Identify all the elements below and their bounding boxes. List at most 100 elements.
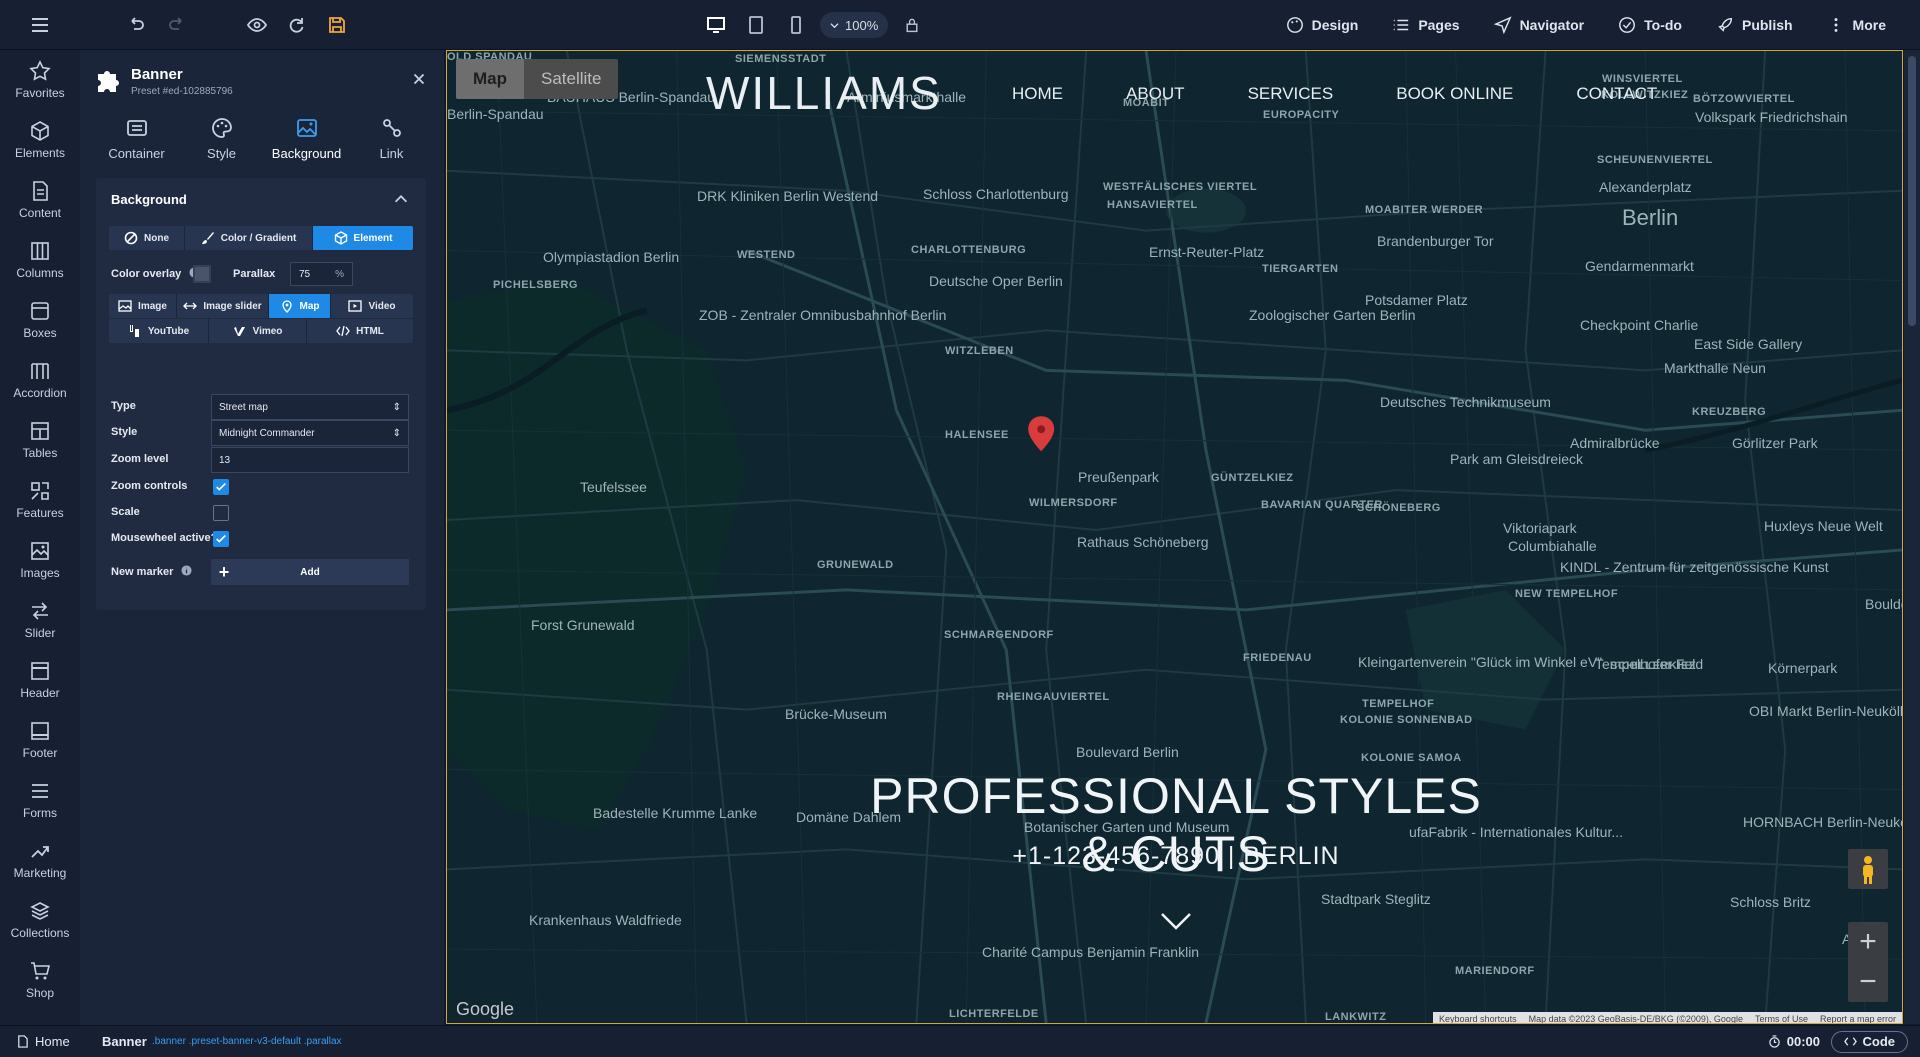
rail-item-footer[interactable]: Footer <box>0 710 80 770</box>
mousewheel-checkbox[interactable] <box>213 531 229 547</box>
undo-icon[interactable] <box>124 13 148 37</box>
rail-item-slider[interactable]: Slider <box>0 590 80 650</box>
zoom-out-button[interactable]: − <box>1848 962 1888 1002</box>
map-place-label: RHEINGAUVIERTEL <box>997 691 1110 703</box>
rail-item-elements[interactable]: Elements <box>0 110 80 170</box>
zoom-controls-checkbox[interactable] <box>213 479 229 495</box>
zoom-dropdown[interactable]: 100% <box>820 12 889 38</box>
site-logo[interactable]: WILLIAMS <box>706 66 942 120</box>
menu-publish[interactable]: Publish <box>1716 16 1793 34</box>
plus-icon: + <box>218 561 230 582</box>
nav-contact[interactable]: CONTACT <box>1576 84 1657 104</box>
tab-container[interactable]: Container <box>94 116 179 176</box>
bg-mode-color-gradient[interactable]: Color / Gradient <box>185 226 313 250</box>
rail-item-features[interactable]: Features <box>0 470 80 530</box>
desktop-view-icon[interactable] <box>700 10 732 40</box>
rail-item-header[interactable]: Header <box>0 650 80 710</box>
breadcrumb-current[interactable]: Banner <box>102 1034 147 1049</box>
map-place-label: Krankenhaus Waldfriede <box>529 912 682 928</box>
nav-services[interactable]: SERVICES <box>1248 84 1334 104</box>
keyboard-shortcuts-link[interactable]: Keyboard shortcuts <box>1439 1014 1517 1024</box>
report-map-error-link[interactable]: Report a map error <box>1820 1014 1896 1024</box>
element-type-youtube[interactable]: YouTube <box>109 319 209 343</box>
street-view-pegman-icon[interactable] <box>1848 849 1888 889</box>
rail-item-label: Header <box>20 686 60 700</box>
columns-icon <box>31 242 49 260</box>
satellite-button[interactable]: Satellite <box>524 59 618 99</box>
rail-item-collections[interactable]: Collections <box>0 890 80 950</box>
rail-item-forms[interactable]: Forms <box>0 770 80 830</box>
scrollbar-thumb[interactable] <box>1908 56 1916 326</box>
canvas-scrollbar[interactable] <box>1904 50 1920 1024</box>
box-icon <box>31 302 49 320</box>
hamburger-menu-icon[interactable] <box>28 13 52 37</box>
tab-container-label: Container <box>108 146 165 161</box>
close-icon[interactable] <box>410 70 430 90</box>
menu-design[interactable]: Design <box>1286 16 1358 34</box>
menu-todo[interactable]: To-do <box>1618 16 1682 34</box>
color-overlay-swatch[interactable] <box>193 265 211 283</box>
rail-item-columns[interactable]: Columns <box>0 230 80 290</box>
element-type-map[interactable]: Map <box>269 294 331 318</box>
tablet-view-icon[interactable] <box>740 10 772 40</box>
terms-of-use-link[interactable]: Terms of Use <box>1755 1014 1808 1024</box>
zoom-level-input[interactable]: 13 <box>211 447 409 473</box>
mobile-view-icon[interactable] <box>780 10 812 40</box>
element-type-selector-row1: Image Image slider Map Video <box>109 294 413 318</box>
palette-icon <box>1286 17 1303 33</box>
page-canvas[interactable]: OLD SPANDAU SIEMENSSTADT BAUHAUS Berlin-Sp… <box>446 50 1903 1024</box>
rail-item-label: Marketing <box>13 866 67 880</box>
rail-item-boxes[interactable]: Boxes <box>0 290 80 350</box>
rail-item-shop[interactable]: Shop <box>0 950 80 1010</box>
element-type-image[interactable]: Image <box>109 294 177 318</box>
preview-eye-icon[interactable] <box>245 13 269 37</box>
rail-item-content[interactable]: Content <box>0 170 80 230</box>
map-place-label: KOLONIE SAMOA <box>1361 752 1462 764</box>
nav-about[interactable]: ABOUT <box>1126 84 1185 104</box>
map-style-select[interactable]: Midnight Commander ⇕ <box>211 420 409 446</box>
scale-checkbox[interactable] <box>213 505 229 521</box>
select-arrows-icon: ⇕ <box>392 427 401 439</box>
refresh-icon[interactable] <box>284 13 308 37</box>
element-type-html[interactable]: HTML <box>307 319 413 343</box>
parallax-input[interactable]: 75 % <box>290 262 353 286</box>
map-button[interactable]: Map <box>456 59 524 99</box>
help-icon[interactable] <box>181 565 192 576</box>
menu-pages[interactable]: Pages <box>1392 16 1460 34</box>
tab-link[interactable]: Link <box>349 116 434 176</box>
nav-book-online[interactable]: BOOK ONLINE <box>1396 84 1513 104</box>
map-place-label: Forst Grunewald <box>531 617 635 633</box>
image-icon <box>31 542 49 560</box>
zoom-in-button[interactable]: + <box>1848 922 1888 962</box>
element-type-video[interactable]: Video <box>331 294 413 318</box>
bg-mode-element[interactable]: Element <box>313 226 413 250</box>
add-marker-button[interactable]: + Add <box>211 559 409 585</box>
lock-icon[interactable] <box>896 10 928 40</box>
panel-header: Banner Preset #ed-102885796 <box>94 64 430 104</box>
nav-home[interactable]: HOME <box>1012 84 1063 104</box>
element-category-rail: Favorites Elements Content Columns Boxes Acco… <box>0 50 80 1025</box>
parallax-unit: % <box>335 268 344 280</box>
rail-item-marketing[interactable]: Marketing <box>0 830 80 890</box>
scroll-down-chevron-icon[interactable] <box>1160 911 1192 931</box>
map-place-label: Volkspark Friedrichshain <box>1695 109 1848 125</box>
save-icon[interactable] <box>325 13 349 37</box>
redo-icon[interactable] <box>165 13 189 37</box>
rail-item-tables[interactable]: Tables <box>0 410 80 470</box>
bg-mode-none[interactable]: None <box>109 226 185 250</box>
rail-item-accordion[interactable]: Accordion <box>0 350 80 410</box>
code-button[interactable]: Code <box>1830 1030 1908 1053</box>
element-type-vimeo[interactable]: Vimeo <box>209 319 307 343</box>
tab-background[interactable]: Background <box>264 116 349 176</box>
rail-item-images[interactable]: Images <box>0 530 80 590</box>
breadcrumb-home[interactable]: Home <box>16 1034 70 1049</box>
tab-style[interactable]: Style <box>179 116 264 176</box>
chevron-up-icon[interactable] <box>392 190 410 208</box>
video-icon <box>348 300 363 312</box>
element-type-image-slider[interactable]: Image slider <box>177 294 269 318</box>
css-class-list: .banner .preset-banner-v3-default .paral… <box>152 1036 342 1047</box>
map-type-select[interactable]: Street map ⇕ <box>211 394 409 420</box>
menu-more[interactable]: More <box>1827 16 1886 34</box>
rail-item-favorites[interactable]: Favorites <box>0 50 80 110</box>
menu-navigator[interactable]: Navigator <box>1493 16 1584 34</box>
